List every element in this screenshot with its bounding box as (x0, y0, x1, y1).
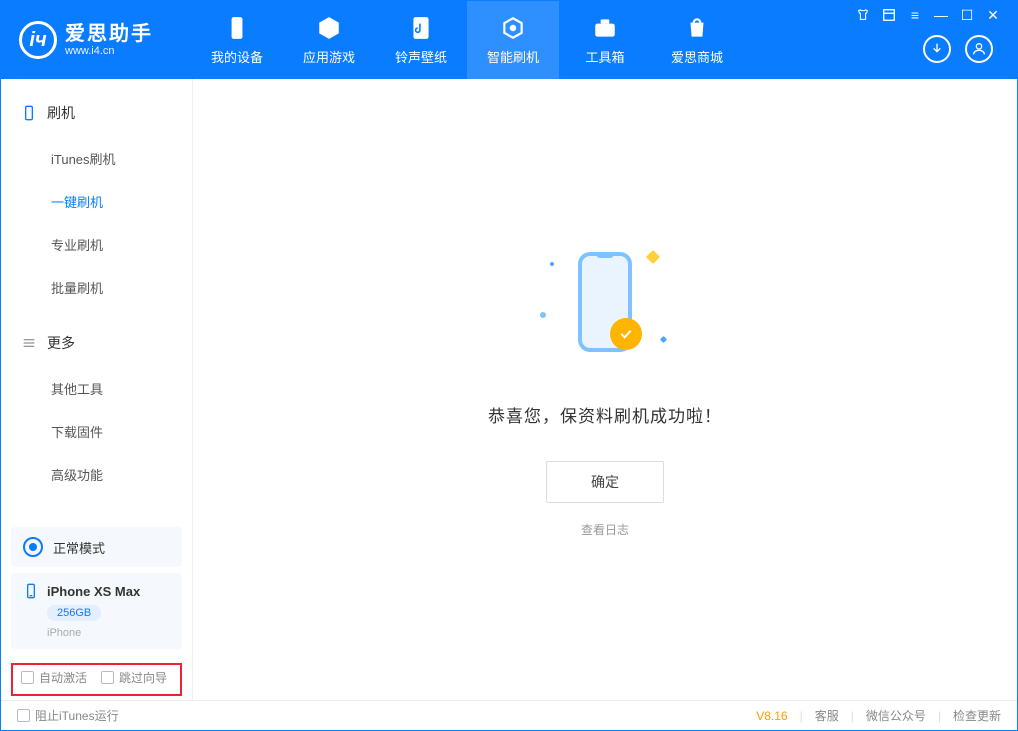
list-icon (21, 335, 37, 351)
music-icon (408, 15, 434, 41)
footer-right: V8.16 | 客服 | 微信公众号 | 检查更新 (756, 707, 1001, 724)
nav-smart-flash[interactable]: 智能刷机 (467, 1, 559, 79)
refresh-icon (500, 15, 526, 41)
menu-icon[interactable] (881, 7, 897, 23)
separator: | (851, 709, 854, 723)
nav-ringtones[interactable]: 铃声壁纸 (375, 1, 467, 79)
app-title: 爱思助手 (65, 23, 153, 45)
window-controls: ≡ — ☐ ✕ (855, 1, 1007, 23)
checkbox-label: 阻止iTunes运行 (35, 707, 119, 724)
device-type: iPhone (47, 627, 170, 639)
main-nav: 我的设备 应用游戏 铃声壁纸 智能刷机 工具箱 爱思商城 (191, 1, 743, 79)
device-storage-badge: 256GB (47, 605, 101, 621)
sparkle-icon (646, 249, 660, 263)
checkbox-icon (101, 671, 114, 684)
checkbox-icon (17, 709, 30, 722)
customer-service-link[interactable]: 客服 (815, 707, 839, 724)
mode-icon (23, 537, 43, 557)
sidebar-group-more: 更多 其他工具 下载固件 高级功能 (1, 309, 192, 496)
sparkle-icon (540, 312, 546, 318)
nav-label: 应用游戏 (303, 47, 355, 66)
cube-icon (316, 15, 342, 41)
nav-my-device[interactable]: 我的设备 (191, 1, 283, 79)
app-logo: iч 爱思助手 www.i4.cn (1, 21, 191, 59)
close-icon[interactable]: ✕ (985, 7, 1001, 23)
nav-apps-games[interactable]: 应用游戏 (283, 1, 375, 79)
sidebar-head-flash: 刷机 (1, 89, 192, 137)
success-message: 恭喜您，保资料刷机成功啦！ (488, 402, 722, 427)
device-name: iPhone XS Max (47, 584, 140, 599)
iphone-icon (23, 583, 39, 599)
tshirt-icon[interactable] (855, 7, 871, 23)
sidebar-item-itunes-flash[interactable]: iTunes刷机 (1, 137, 192, 180)
mode-label: 正常模式 (53, 538, 105, 557)
shop-icon (684, 15, 710, 41)
view-log-link[interactable]: 查看日志 (581, 521, 629, 538)
wechat-link[interactable]: 微信公众号 (866, 707, 926, 724)
sparkle-icon (660, 335, 667, 342)
sidebar-head-label: 刷机 (47, 103, 75, 123)
main-content: 恭喜您，保资料刷机成功啦！ 确定 查看日志 (193, 79, 1017, 700)
check-badge-icon (610, 318, 642, 350)
header-user-area (923, 35, 1007, 79)
title-bar: iч 爱思助手 www.i4.cn 我的设备 应用游戏 铃声壁纸 智能刷机 工具… (1, 1, 1017, 79)
header-right: ≡ — ☐ ✕ (855, 1, 1007, 79)
skip-guide-checkbox[interactable]: 跳过向导 (101, 669, 167, 686)
minimize-icon[interactable]: — (933, 7, 949, 23)
user-button[interactable] (965, 35, 993, 63)
nav-label: 爱思商城 (671, 47, 723, 66)
sidebar-item-download-firmware[interactable]: 下载固件 (1, 410, 192, 453)
mode-card[interactable]: 正常模式 (11, 527, 182, 567)
auto-activate-checkbox[interactable]: 自动激活 (21, 669, 87, 686)
separator: | (938, 709, 941, 723)
checkbox-label: 自动激活 (39, 669, 87, 686)
separator: | (800, 709, 803, 723)
status-bar: 阻止iTunes运行 V8.16 | 客服 | 微信公众号 | 检查更新 (1, 700, 1017, 730)
device-title-row: iPhone XS Max (23, 583, 170, 599)
device-card[interactable]: iPhone XS Max 256GB iPhone (11, 573, 182, 649)
version-label[interactable]: V8.16 (756, 709, 787, 723)
sidebar: 刷机 iTunes刷机 一键刷机 专业刷机 批量刷机 更多 其他工具 下载固件 … (1, 79, 193, 700)
sidebar-item-pro-flash[interactable]: 专业刷机 (1, 223, 192, 266)
app-body: 刷机 iTunes刷机 一键刷机 专业刷机 批量刷机 更多 其他工具 下载固件 … (1, 79, 1017, 700)
nav-label: 工具箱 (585, 47, 624, 66)
check-update-link[interactable]: 检查更新 (953, 707, 1001, 724)
block-itunes-checkbox[interactable]: 阻止iTunes运行 (17, 707, 119, 724)
flash-options-row: 自动激活 跳过向导 (7, 659, 186, 700)
nav-label: 智能刷机 (487, 47, 539, 66)
maximize-icon[interactable]: ☐ (959, 7, 975, 23)
sidebar-bottom: 正常模式 iPhone XS Max 256GB iPhone 自动激活 跳过向… (1, 521, 192, 700)
download-button[interactable] (923, 35, 951, 63)
sidebar-group-flash: 刷机 iTunes刷机 一键刷机 专业刷机 批量刷机 (1, 79, 192, 309)
sidebar-item-other-tools[interactable]: 其他工具 (1, 367, 192, 410)
checkbox-label: 跳过向导 (119, 669, 167, 686)
phone-icon (21, 105, 37, 121)
device-icon (224, 15, 250, 41)
nav-toolbox[interactable]: 工具箱 (559, 1, 651, 79)
sidebar-item-batch-flash[interactable]: 批量刷机 (1, 266, 192, 309)
logo-icon: iч (19, 21, 57, 59)
sidebar-item-advanced[interactable]: 高级功能 (1, 453, 192, 496)
nav-label: 我的设备 (211, 47, 263, 66)
list-icon[interactable]: ≡ (907, 7, 923, 23)
sidebar-head-more: 更多 (1, 319, 192, 367)
sidebar-head-label: 更多 (47, 333, 75, 353)
ok-button[interactable]: 确定 (546, 461, 664, 503)
checkbox-icon (21, 671, 34, 684)
nav-shop[interactable]: 爱思商城 (651, 1, 743, 79)
sparkle-icon (550, 262, 554, 266)
success-illustration (540, 242, 670, 372)
nav-label: 铃声壁纸 (395, 47, 447, 66)
sidebar-item-oneclick-flash[interactable]: 一键刷机 (1, 180, 192, 223)
toolbox-icon (592, 15, 618, 41)
app-url: www.i4.cn (65, 45, 153, 57)
